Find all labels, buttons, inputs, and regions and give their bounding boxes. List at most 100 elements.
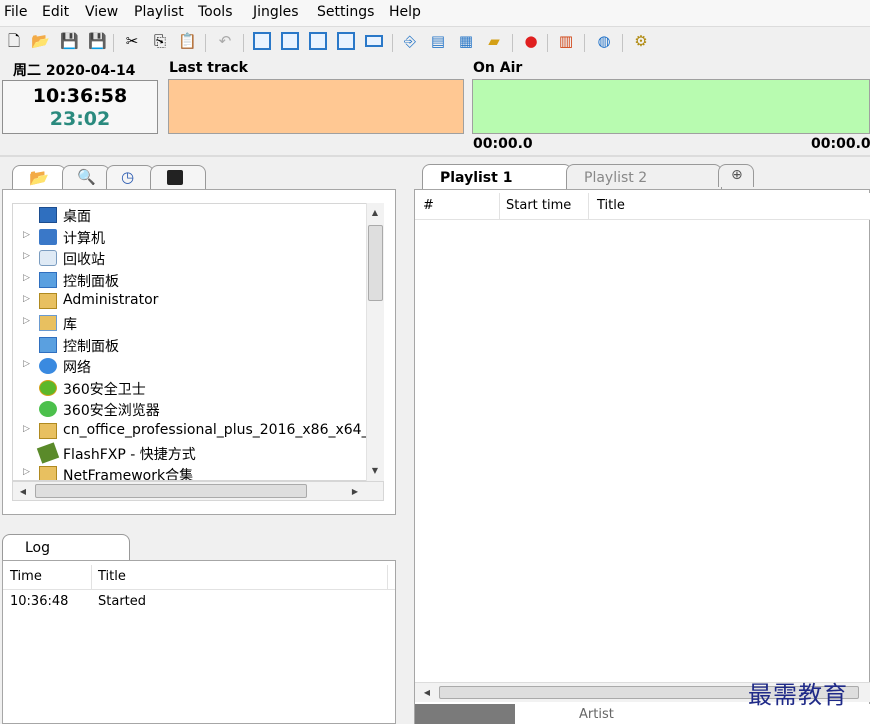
log-tab-label: Log bbox=[25, 540, 51, 556]
control-panel-icon bbox=[39, 271, 57, 288]
playlist-col-title[interactable]: Title bbox=[597, 198, 625, 213]
menu-jingles[interactable]: Jingles bbox=[251, 4, 301, 20]
tree-item-label: 库 bbox=[63, 317, 77, 333]
scroll-down-icon[interactable]: ▼ bbox=[367, 463, 383, 479]
expand-arrow-icon[interactable]: ▷ bbox=[23, 316, 30, 326]
expand-arrow-icon[interactable]: ▷ bbox=[23, 359, 30, 369]
tab-file-browser[interactable]: 📂 bbox=[12, 165, 66, 190]
browser-icon bbox=[39, 401, 57, 418]
tab-playlist-2[interactable]: Playlist 2 bbox=[566, 164, 722, 191]
tree-item[interactable]: 控制面板 bbox=[13, 335, 367, 356]
tree-item[interactable]: ▷ 计算机 bbox=[13, 227, 367, 248]
menu-tools[interactable]: Tools bbox=[196, 4, 235, 20]
tree-item[interactable]: ▷ 库 bbox=[13, 313, 367, 334]
tree-item[interactable]: ▷ Administrator bbox=[13, 291, 367, 312]
tab-history[interactable]: ◷ bbox=[106, 165, 154, 190]
layout-2-icon[interactable] bbox=[281, 32, 299, 50]
add-playlist-tab[interactable]: ⊕ bbox=[718, 164, 754, 187]
record-icon[interactable]: ● bbox=[522, 32, 540, 50]
playlist-col-start-time[interactable]: Start time bbox=[506, 198, 571, 213]
tree-item[interactable]: ▷ cn_office_professional_plus_2016_x86_x6… bbox=[13, 421, 368, 442]
log-col-time[interactable]: Time bbox=[10, 569, 42, 584]
paste-icon[interactable]: 📋 bbox=[178, 32, 197, 50]
copy-icon[interactable]: ⎘ bbox=[151, 32, 169, 50]
insert-track-icon[interactable]: ⎆ bbox=[401, 32, 419, 50]
tree-item[interactable]: ▷ NetFramework合集 bbox=[13, 464, 367, 480]
equalizer-icon[interactable]: ▥ bbox=[557, 32, 575, 50]
save-as-icon[interactable]: 💾 bbox=[88, 32, 107, 50]
menu-edit[interactable]: Edit bbox=[40, 4, 71, 20]
tab-search[interactable]: 🔍 bbox=[62, 165, 110, 190]
watermark: 最需教育 bbox=[748, 681, 848, 709]
on-air-display bbox=[472, 79, 870, 134]
settings-gear-icon[interactable]: ⚙ bbox=[632, 32, 650, 50]
expand-arrow-icon[interactable]: ▷ bbox=[23, 467, 30, 477]
layout-1-icon[interactable] bbox=[253, 32, 271, 50]
open-folder-icon[interactable]: 📂 bbox=[31, 32, 50, 50]
folder-icon bbox=[39, 423, 57, 439]
file-tree: 桌面 ▷ 计算机 ▷ 回收站 ▷ 控制面板 ▷ Administrator ▷ 库控制面板 ▷ 网络 36… bbox=[12, 203, 368, 481]
vertical-splitter[interactable] bbox=[402, 157, 412, 724]
insert-folder-icon[interactable]: ▰ bbox=[485, 32, 503, 50]
scroll-left-icon[interactable]: ◀ bbox=[419, 685, 435, 701]
scroll-thumb[interactable] bbox=[35, 484, 307, 498]
save-icon[interactable]: 💾 bbox=[60, 32, 79, 50]
tab-playlist-1[interactable]: Playlist 1 bbox=[422, 164, 572, 191]
tree-item-label: 计算机 bbox=[63, 230, 105, 247]
horizontal-splitter[interactable] bbox=[0, 155, 870, 157]
footer-column-artist: Artist bbox=[579, 707, 614, 722]
tree-item[interactable]: FlashFXP - 快捷方式 bbox=[13, 441, 367, 464]
tab-cart[interactable] bbox=[150, 165, 206, 190]
expand-arrow-icon[interactable]: ▷ bbox=[23, 294, 30, 304]
footer-dark-cell bbox=[415, 704, 515, 724]
security-shield-icon bbox=[39, 379, 57, 396]
menu-help[interactable]: Help bbox=[387, 4, 423, 20]
expand-arrow-icon[interactable]: ▷ bbox=[23, 230, 30, 240]
tab-log[interactable]: Log bbox=[2, 534, 130, 561]
menu-settings[interactable]: Settings bbox=[315, 4, 376, 20]
layout-4-icon[interactable] bbox=[337, 32, 355, 50]
menu-view[interactable]: View bbox=[83, 4, 120, 20]
cut-icon[interactable]: ✂ bbox=[123, 32, 141, 50]
tree-item[interactable]: ▷ 网络 bbox=[13, 356, 367, 377]
tree-item-label: 360安全浏览器 bbox=[63, 403, 160, 420]
insert-before-icon[interactable]: ▤ bbox=[429, 32, 447, 50]
search-icon: 🔍 bbox=[77, 168, 96, 186]
folder-icon bbox=[39, 466, 57, 480]
insert-after-icon[interactable]: ▦ bbox=[457, 32, 475, 50]
log-col-title[interactable]: Title bbox=[98, 569, 126, 584]
recycle-bin-icon bbox=[39, 250, 57, 267]
menu-playlist[interactable]: Playlist bbox=[132, 4, 186, 20]
tree-vertical-scrollbar[interactable]: ▲ ▼ bbox=[366, 203, 384, 481]
expand-arrow-icon[interactable]: ▷ bbox=[23, 251, 30, 261]
scroll-right-icon[interactable]: ▶ bbox=[347, 484, 363, 500]
clock-icon: ◷ bbox=[121, 168, 135, 186]
log-row-title: Started bbox=[98, 594, 147, 609]
tree-item[interactable]: 桌面 bbox=[13, 205, 367, 226]
tree-item[interactable]: 360安全卫士 bbox=[13, 378, 367, 399]
tree-item[interactable]: 360安全浏览器 bbox=[13, 399, 367, 420]
playlist-col-number[interactable]: # bbox=[423, 198, 434, 213]
tree-item-label: Administrator bbox=[63, 292, 159, 309]
expand-arrow-icon[interactable]: ▷ bbox=[23, 424, 30, 434]
undo-icon[interactable]: ↶ bbox=[216, 32, 234, 50]
menu-file[interactable]: File bbox=[2, 4, 29, 20]
scroll-left-icon[interactable]: ◀ bbox=[15, 484, 31, 500]
tree-item-label: 回收站 bbox=[63, 252, 105, 269]
scroll-up-icon[interactable]: ▲ bbox=[367, 205, 383, 221]
globe-icon[interactable]: ◍ bbox=[595, 32, 613, 50]
log-row[interactable]: 10:36:48 Started bbox=[3, 592, 395, 612]
scroll-thumb[interactable] bbox=[368, 225, 383, 301]
tree-item[interactable]: ▷ 回收站 bbox=[13, 248, 367, 269]
current-time: 10:36:58 bbox=[32, 85, 128, 107]
tree-item[interactable]: ▷ 控制面板 bbox=[13, 270, 367, 291]
toolbar-separator bbox=[205, 34, 206, 52]
tree-item-label: 网络 bbox=[63, 360, 91, 377]
computer-icon bbox=[39, 228, 57, 245]
layout-5-icon[interactable] bbox=[365, 35, 383, 47]
layout-3-icon[interactable] bbox=[309, 32, 327, 50]
tree-horizontal-scrollbar[interactable]: ◀ ▶ bbox=[12, 481, 384, 501]
expand-arrow-icon[interactable]: ▷ bbox=[23, 273, 30, 283]
tree-item-label: cn_office_professional_plus_2016_x86_x64… bbox=[63, 422, 368, 438]
new-file-icon[interactable]: 🗋 bbox=[5, 32, 23, 50]
